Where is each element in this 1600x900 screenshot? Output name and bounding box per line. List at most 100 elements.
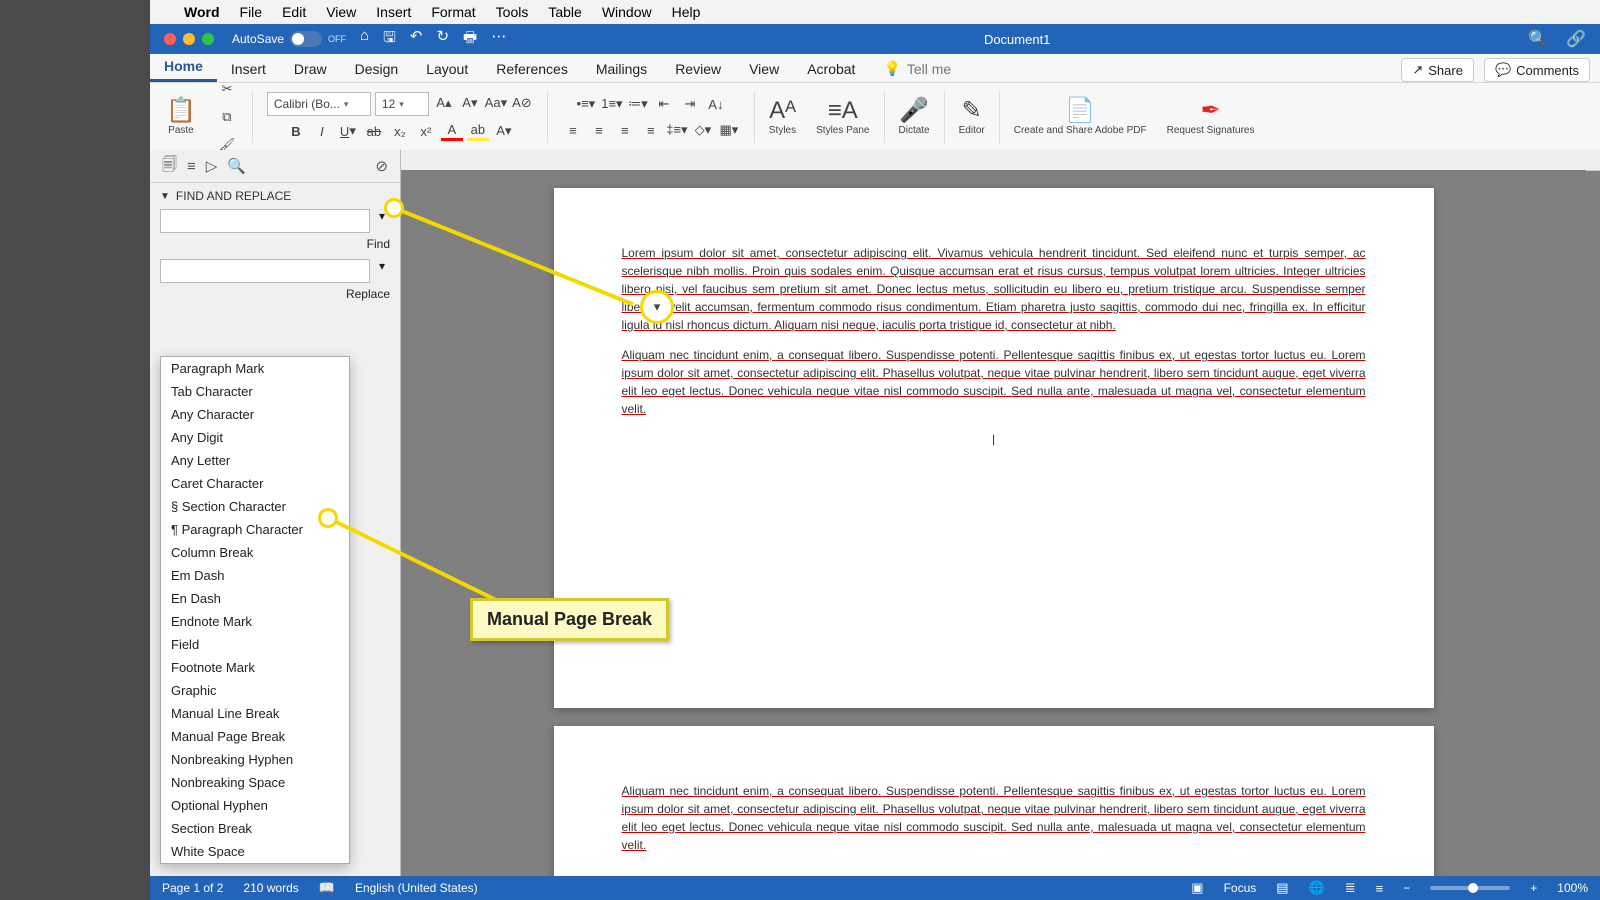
special-item-any-character[interactable]: Any Character [161,403,349,426]
change-case-icon[interactable]: Aa▾ [485,92,507,114]
home-icon[interactable]: ⌂ [360,27,369,52]
styles-pane-button[interactable]: ≡AStyles Pane [810,99,875,136]
align-right-icon[interactable]: ≡ [614,119,636,141]
paragraph-1[interactable]: Lorem ipsum dolor sit amet, consectetur … [622,244,1366,334]
special-item-column-break[interactable]: Column Break [161,541,349,564]
shrink-font-icon[interactable]: A▾ [459,92,481,114]
replace-input[interactable] [160,259,370,283]
copy-icon[interactable]: ⧉ [216,106,238,128]
special-item-en-dash[interactable]: En Dash [161,587,349,610]
special-item-white-space[interactable]: White Space [161,840,349,863]
find-button[interactable]: Find [367,237,390,251]
web-layout-icon[interactable]: 🌐 [1309,880,1325,896]
search-icon[interactable]: 🔍 [1528,29,1548,49]
menu-window[interactable]: Window [602,4,652,20]
undo-icon[interactable]: ↶ [410,27,423,52]
panel-title[interactable]: ▼ FIND AND REPLACE [150,183,400,209]
increase-indent-icon[interactable]: ⇥ [679,93,701,115]
switch-icon[interactable] [290,31,322,47]
special-item-optional-hyphen[interactable]: Optional Hyphen [161,794,349,817]
zoom-out-icon[interactable]: − [1403,881,1410,895]
draft-icon[interactable]: ≡ [1376,881,1384,896]
special-item-field[interactable]: Field [161,633,349,656]
focus-label[interactable]: Focus [1224,881,1257,895]
decrease-indent-icon[interactable]: ⇤ [653,93,675,115]
line-spacing-icon[interactable]: ‡≡▾ [666,119,688,141]
zoom-level[interactable]: 100% [1557,881,1588,895]
request-signatures-button[interactable]: ✒Request Signatures [1161,99,1261,136]
clear-format-icon[interactable]: A⊘ [511,92,533,114]
special-item-any-digit[interactable]: Any Digit [161,426,349,449]
thumbnails-icon[interactable]: 🗐 [162,154,177,179]
paragraph-3[interactable]: Aliquam nec tincidunt enim, a consequat … [622,782,1366,854]
page-indicator[interactable]: Page 1 of 2 [162,881,223,895]
word-count[interactable]: 210 words [243,881,298,895]
menu-format[interactable]: Format [431,4,475,20]
headings-icon[interactable]: ≡ [187,158,196,175]
tab-references[interactable]: References [482,56,582,82]
minimize-window-icon[interactable] [183,33,195,45]
italic-icon[interactable]: I [311,120,333,142]
share-link-icon[interactable]: 🔗 [1566,29,1586,49]
tab-acrobat[interactable]: Acrobat [793,56,869,82]
share-button[interactable]: ↗Share [1401,58,1474,82]
bullets-icon[interactable]: •≡▾ [575,93,597,115]
text-effects-icon[interactable]: A▾ [493,120,515,142]
tab-view[interactable]: View [735,56,793,82]
print-layout-icon[interactable]: ▤ [1276,880,1288,896]
outline-icon[interactable]: ≣ [1345,880,1356,896]
spellcheck-icon[interactable]: 📖 [319,880,335,896]
language-indicator[interactable]: English (United States) [355,881,478,895]
special-item-endnote-mark[interactable]: Endnote Mark [161,610,349,633]
menu-table[interactable]: Table [548,4,581,20]
autosave-toggle[interactable]: AutoSave OFF [232,31,346,47]
borders-icon[interactable]: ▦▾ [718,119,740,141]
results-icon[interactable]: ▷ [206,157,218,175]
close-window-icon[interactable] [164,33,176,45]
bold-icon[interactable]: B [285,120,307,142]
menu-insert[interactable]: Insert [376,4,411,20]
search-icon[interactable]: 🔍 [227,157,246,175]
save-icon[interactable]: 🖫 [383,27,396,52]
underline-icon[interactable]: U▾ [337,120,359,142]
tab-design[interactable]: Design [341,56,413,82]
menu-view[interactable]: View [326,4,356,20]
tab-layout[interactable]: Layout [412,56,482,82]
horizontal-ruler[interactable] [401,150,1600,171]
dictate-button[interactable]: 🎤Dictate [893,99,936,136]
tab-review[interactable]: Review [661,56,735,82]
zoom-in-icon[interactable]: + [1530,881,1537,895]
special-item-footnote-mark[interactable]: Footnote Mark [161,656,349,679]
strikethrough-icon[interactable]: ab [363,120,385,142]
replace-button[interactable]: Replace [346,287,390,301]
special-item-manual-page-break[interactable]: Manual Page Break [161,725,349,748]
special-item-nonbreaking-space[interactable]: Nonbreaking Space [161,771,349,794]
font-name-combo[interactable]: Calibri (Bo...▾ [267,92,371,116]
font-size-combo[interactable]: 12▾ [375,92,429,116]
align-left-icon[interactable]: ≡ [562,119,584,141]
multilevel-icon[interactable]: ≔▾ [627,93,649,115]
superscript-icon[interactable]: x² [415,120,437,142]
document-canvas[interactable]: Lorem ipsum dolor sit amet, consectetur … [401,170,1586,876]
align-center-icon[interactable]: ≡ [588,119,610,141]
shading-icon[interactable]: ◇▾ [692,119,714,141]
print-icon[interactable]: 🖶 [463,27,477,52]
tab-draw[interactable]: Draw [280,56,341,82]
comments-button[interactable]: 💬Comments [1484,58,1590,82]
special-item-manual-line-break[interactable]: Manual Line Break [161,702,349,725]
paste-group[interactable]: 📋 Paste [160,99,202,136]
zoom-slider[interactable] [1430,886,1510,890]
special-item-nonbreaking-hyphen[interactable]: Nonbreaking Hyphen [161,748,349,771]
menu-tools[interactable]: Tools [496,4,529,20]
sort-icon[interactable]: A↓ [705,93,727,115]
styles-gallery[interactable]: AᴬStyles [763,99,802,136]
find-input[interactable] [160,209,370,233]
font-color-icon[interactable]: A [441,120,463,141]
special-item-caret-character[interactable]: Caret Character [161,472,349,495]
close-panel-icon[interactable]: ⊘ [375,157,388,175]
menu-file[interactable]: File [240,4,263,20]
more-icon[interactable]: ⋯ [491,27,506,52]
tab-home[interactable]: Home [150,53,217,82]
special-item-section-break[interactable]: Section Break [161,817,349,840]
paragraph-2[interactable]: Aliquam nec tincidunt enim, a consequat … [622,346,1366,418]
